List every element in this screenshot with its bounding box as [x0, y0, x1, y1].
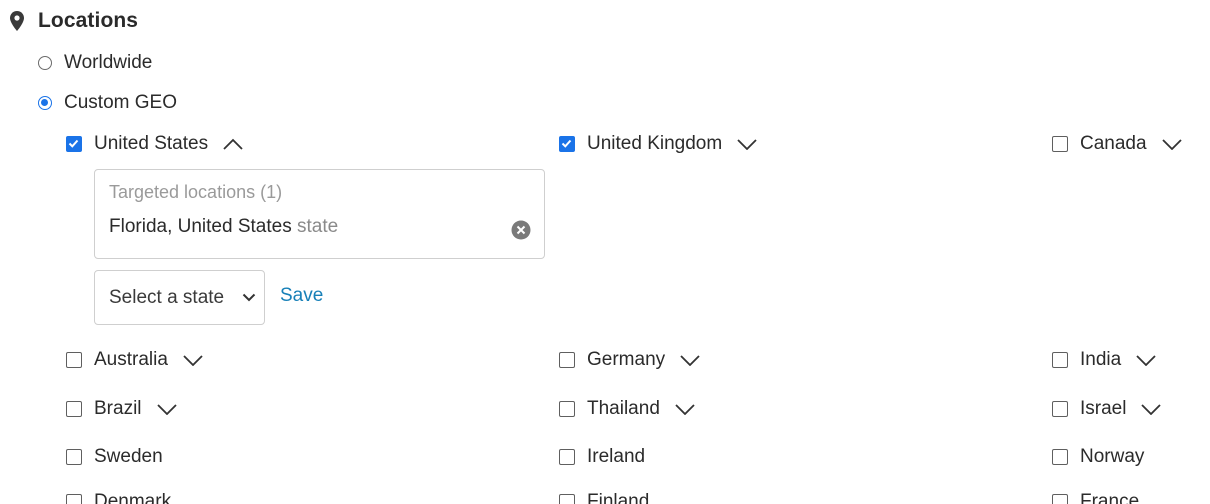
country-india: India: [1052, 348, 1157, 372]
chevron-down-icon[interactable]: [1135, 353, 1157, 367]
map-pin-icon: [10, 11, 24, 31]
custom-geo-radio-row[interactable]: Custom GEO: [38, 92, 177, 114]
checkbox-brazil[interactable]: [66, 401, 82, 417]
checkbox-canada[interactable]: [1052, 136, 1068, 152]
country-label-canada: Canada: [1080, 133, 1147, 154]
chevron-up-icon[interactable]: [222, 137, 244, 151]
chevron-down-icon[interactable]: [679, 353, 701, 367]
country-australia: Australia: [66, 348, 204, 372]
checkbox-israel[interactable]: [1052, 401, 1068, 417]
country-canada: Canada: [1052, 132, 1183, 156]
checkbox-australia[interactable]: [66, 352, 82, 368]
checkbox-united-kingdom[interactable]: [559, 136, 575, 152]
locations-panel: Locations Worldwide Custom GEO United St…: [0, 0, 1210, 504]
country-norway: Norway: [1052, 445, 1144, 469]
custom-geo-radio[interactable]: [38, 96, 52, 110]
country-finland: Finland: [559, 490, 649, 504]
chevron-down-icon[interactable]: [156, 402, 178, 416]
country-germany: Germany: [559, 348, 701, 372]
country-label-sweden: Sweden: [94, 446, 163, 467]
country-brazil: Brazil: [66, 397, 178, 421]
country-label-united-states: United States: [94, 133, 209, 154]
targeted-locations-label: Targeted locations (1): [109, 182, 283, 202]
country-united-states: United States: [66, 132, 244, 156]
worldwide-radio-row[interactable]: Worldwide: [38, 52, 152, 74]
checkbox-sweden[interactable]: [66, 449, 82, 465]
country-sweden: Sweden: [66, 445, 163, 469]
targeted-location-item: Florida, United States state: [109, 216, 338, 238]
worldwide-radio[interactable]: [38, 56, 52, 70]
checkbox-thailand[interactable]: [559, 401, 575, 417]
section-title: Locations: [38, 9, 139, 32]
country-united-kingdom: United Kingdom: [559, 132, 758, 156]
country-label-finland: Finland: [587, 491, 650, 504]
state-select[interactable]: Select a state: [94, 270, 265, 325]
custom-geo-label: Custom GEO: [64, 92, 177, 113]
chevron-down-icon[interactable]: [1161, 137, 1183, 151]
checkbox-denmark[interactable]: [66, 494, 82, 504]
country-label-united-kingdom: United Kingdom: [587, 133, 723, 154]
save-button[interactable]: Save: [280, 285, 323, 307]
chevron-down-icon[interactable]: [736, 137, 758, 151]
country-israel: Israel: [1052, 397, 1162, 421]
country-label-brazil: Brazil: [94, 398, 142, 419]
targeted-locations-box: Targeted locations (1) Florida, United S…: [94, 169, 545, 259]
checkbox-norway[interactable]: [1052, 449, 1068, 465]
chevron-down-icon[interactable]: [182, 353, 204, 367]
country-denmark: Denmark: [66, 490, 171, 504]
country-label-germany: Germany: [587, 349, 666, 370]
chevron-down-icon[interactable]: [1140, 402, 1162, 416]
country-label-norway: Norway: [1080, 446, 1145, 467]
targeted-location-name: Florida, United States: [109, 216, 292, 237]
country-thailand: Thailand: [559, 397, 696, 421]
locations-header: Locations: [10, 8, 138, 34]
checkbox-united-states[interactable]: [66, 136, 82, 152]
country-label-israel: Israel: [1080, 398, 1127, 419]
country-label-france: France: [1080, 491, 1140, 504]
checkbox-germany[interactable]: [559, 352, 575, 368]
checkbox-ireland[interactable]: [559, 449, 575, 465]
state-select-value: Select a state: [109, 286, 225, 308]
select-chevron-icon: [242, 293, 256, 302]
country-label-thailand: Thailand: [587, 398, 660, 419]
country-france: France: [1052, 490, 1139, 504]
country-label-australia: Australia: [94, 349, 168, 370]
checkbox-india[interactable]: [1052, 352, 1068, 368]
country-ireland: Ireland: [559, 445, 645, 469]
checkbox-finland[interactable]: [559, 494, 575, 504]
country-label-ireland: Ireland: [587, 446, 646, 467]
checkbox-france[interactable]: [1052, 494, 1068, 504]
worldwide-label: Worldwide: [64, 52, 153, 73]
targeted-location-type: state: [296, 216, 339, 237]
country-label-india: India: [1080, 349, 1122, 370]
chevron-down-icon[interactable]: [674, 402, 696, 416]
country-label-denmark: Denmark: [94, 491, 172, 504]
remove-location-icon[interactable]: [511, 220, 531, 240]
